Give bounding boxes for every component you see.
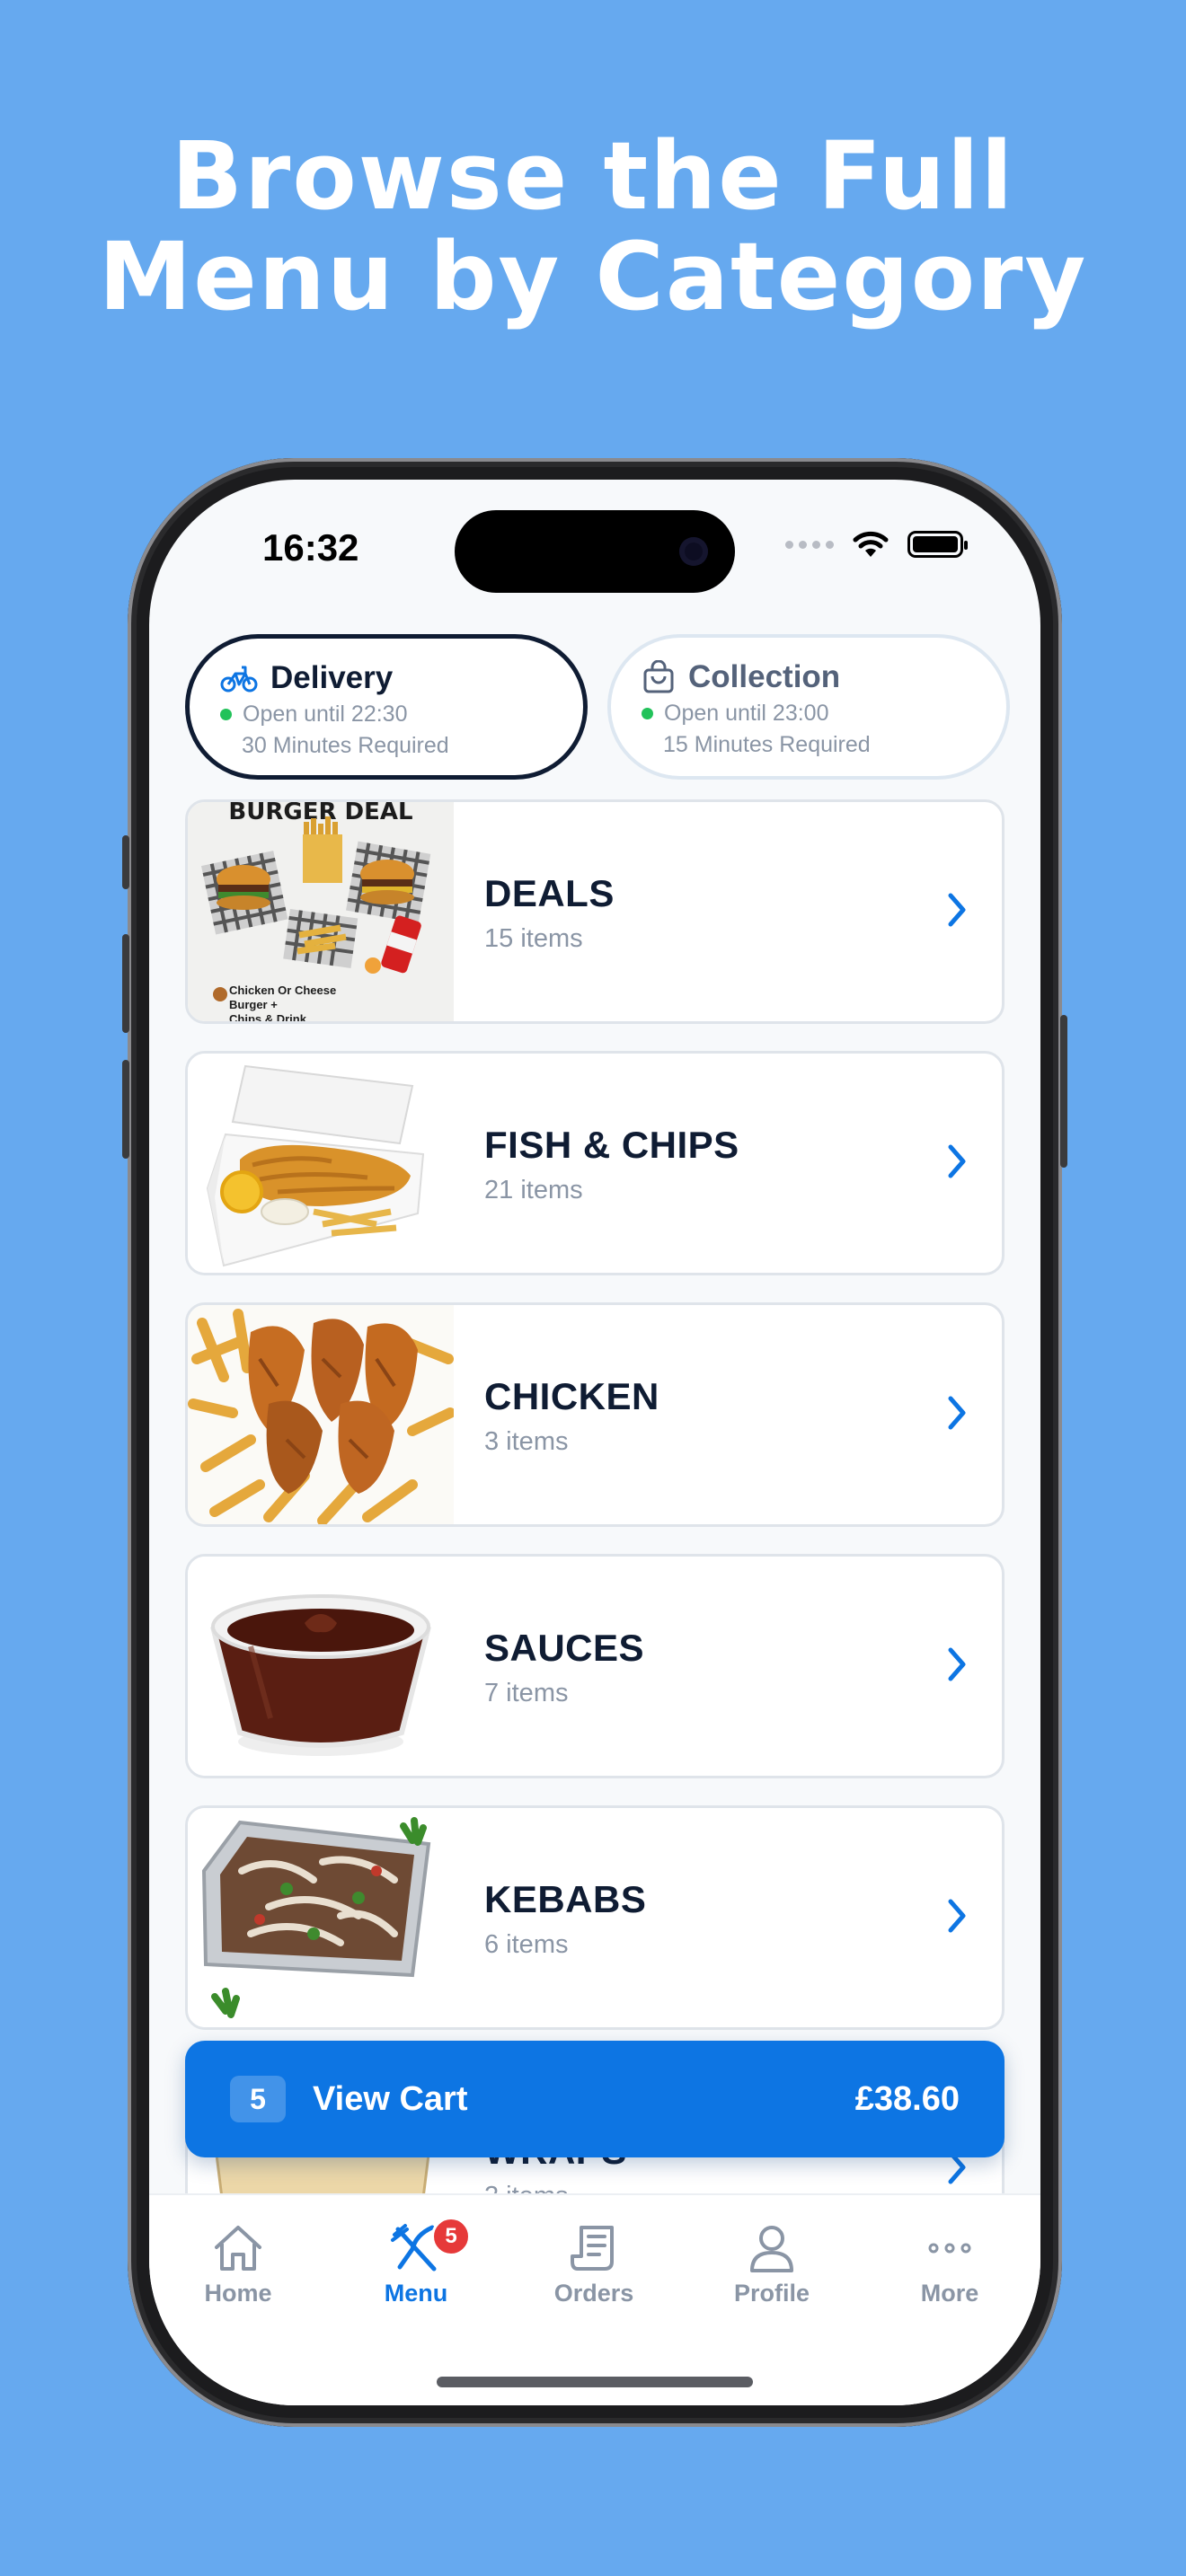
headline-line-2: Menu by Category [98,222,1088,331]
tab-label: Home [204,2280,272,2307]
category-name: FISH & CHIPS [484,1124,739,1166]
deals-image-text: Chicken Or Cheese Burger + [229,984,337,1011]
home-icon [215,2226,261,2271]
collection-title: Collection [688,659,841,694]
category-card-kebabs[interactable]: KEBABS 6 items [185,1805,1005,2030]
delivery-requirement: 30 Minutes Required [242,733,449,758]
category-name: DEALS [484,872,615,914]
delivery-hours: Open until 22:30 [243,701,408,727]
open-status-dot [642,708,653,719]
deals-image: BURGER DEAL Chicken Or Cheese Burger + C… [188,802,454,1021]
tab-label: Menu [384,2280,448,2307]
headline: Browse the Full Menu by Category [0,126,1186,327]
cart-item-count: 5 [230,2076,286,2122]
collection-requirement: 15 Minutes Required [663,732,871,757]
chicken-image [188,1305,454,1524]
fish-and-chips-image [188,1054,454,1273]
collection-mode-card[interactable]: Collection Open until 23:00 15 Minutes R… [607,634,1010,780]
cart-total: £38.60 [854,2079,960,2118]
sauces-image [188,1557,454,1776]
chevron-right-icon [948,1144,966,1178]
status-time: 16:32 [262,526,359,569]
category-count: 3 items [484,1427,569,1456]
category-count: 6 items [484,1930,569,1959]
signal-icon [785,540,834,549]
tab-orders[interactable]: Orders [505,2222,683,2307]
receipt-icon [571,2226,614,2271]
dynamic-island [455,510,735,593]
chevron-right-icon [948,1899,966,1933]
kebabs-image [188,1808,454,2027]
category-card-fish-and-chips[interactable]: FISH & CHIPS 21 items [185,1051,1005,1275]
power-button [1060,1015,1067,1168]
delivery-mode-card[interactable]: Delivery Open until 22:30 30 Minutes Req… [185,634,588,780]
category-count: 15 items [484,924,583,953]
shopping-bag-icon [643,660,674,693]
category-count: 21 items [484,1176,583,1204]
delivery-title: Delivery [270,660,394,695]
tab-label: Profile [733,2280,810,2307]
view-cart-label: View Cart [313,2079,468,2118]
battery-icon [907,531,968,558]
tab-more[interactable]: More [861,2222,1039,2307]
menu-badge: 5 [431,2217,471,2256]
category-card-chicken[interactable]: CHICKEN 3 items [185,1302,1005,1527]
category-card-sauces[interactable]: SAUCES 7 items [185,1554,1005,1778]
status-icons [785,530,968,559]
camera-icon [679,537,708,566]
category-card-deals[interactable]: BURGER DEAL Chicken Or Cheese Burger + C… [185,799,1005,1024]
category-count: 7 items [484,1679,569,1707]
collection-hours: Open until 23:00 [664,701,829,726]
chevron-right-icon [948,1396,966,1430]
tab-profile[interactable]: Profile [683,2222,861,2307]
category-name: SAUCES [484,1627,645,1669]
category-name: KEBABS [484,1878,647,1920]
open-status-dot [220,709,232,720]
category-list[interactable]: BURGER DEAL Chicken Or Cheese Burger + C… [185,799,1005,2201]
volume-down-button [122,1060,129,1159]
action-button [122,835,129,889]
tab-bar: Home 5 Menu Orders Profile More [149,2193,1040,2405]
tab-label: More [920,2280,979,2307]
headline-line-1: Browse the Full [171,121,1015,231]
wifi-icon [853,531,889,557]
tab-menu[interactable]: 5 Menu [327,2217,505,2307]
tab-home[interactable]: Home [149,2222,327,2307]
home-indicator [437,2377,753,2387]
app-screen: 16:32 Delivery Open until 22:30 30 Minut… [149,480,1040,2405]
category-name: CHICKEN [484,1375,659,1417]
more-dots-icon [928,2243,971,2254]
volume-up-button [122,934,129,1033]
view-cart-button[interactable]: 5 View Cart £38.60 [185,2041,1005,2157]
deals-image-text-2: Chips & Drink [229,1012,306,1021]
person-icon [750,2226,793,2272]
chevron-right-icon [948,1647,966,1681]
bicycle-icon [220,666,258,693]
chevron-right-icon [948,893,966,927]
tab-label: Orders [553,2280,634,2307]
